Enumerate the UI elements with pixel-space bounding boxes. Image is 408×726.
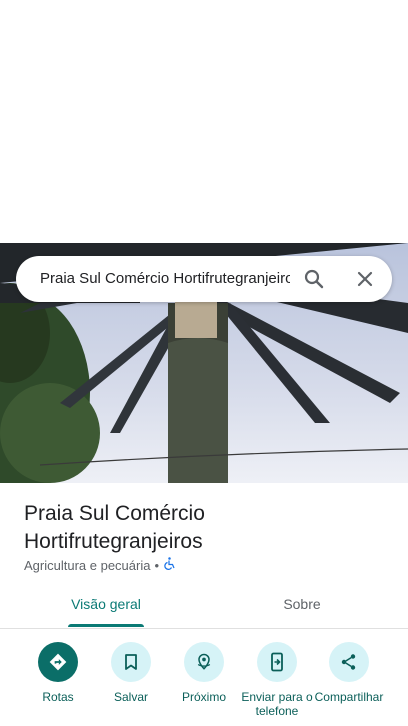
place-category: Agricultura e pecuária bbox=[24, 557, 151, 573]
send-to-phone-button[interactable]: Enviar para o telefone bbox=[237, 640, 317, 718]
place-title: Praia Sul Comércio Hortifrutegranjeiros bbox=[24, 502, 205, 553]
save-label: Salvar bbox=[113, 690, 148, 704]
place-subtitle: Agricultura e pecuária • bbox=[24, 557, 175, 573]
tab-overview[interactable]: Visão geral bbox=[55, 584, 157, 628]
directions-button[interactable]: Rotas bbox=[18, 640, 98, 704]
search-bar[interactable]: Praia Sul Comércio Hortifrutegranjeiros bbox=[16, 256, 392, 302]
active-tab-indicator bbox=[68, 624, 144, 627]
tab-about[interactable]: Sobre bbox=[232, 584, 372, 628]
tab-bar: Visão geral Sobre bbox=[0, 584, 408, 629]
directions-label: Rotas bbox=[42, 690, 74, 704]
save-button[interactable]: Salvar bbox=[91, 640, 171, 704]
share-icon[interactable] bbox=[329, 642, 369, 682]
wheelchair-icon bbox=[163, 557, 175, 573]
separator-dot: • bbox=[154, 557, 160, 573]
nearby-button[interactable]: Próximo bbox=[164, 640, 244, 704]
nearby-label: Próximo bbox=[181, 690, 226, 704]
nearby-icon[interactable] bbox=[184, 642, 224, 682]
directions-icon[interactable] bbox=[38, 642, 78, 682]
send-to-phone-icon[interactable] bbox=[257, 642, 297, 682]
send-to-phone-label: Enviar para o telefone bbox=[241, 690, 313, 718]
search-icon[interactable] bbox=[302, 267, 326, 291]
action-buttons: Rotas Salvar Próximo Enviar para o telef… bbox=[0, 640, 408, 726]
share-button[interactable]: Compartilhar bbox=[309, 640, 389, 704]
bookmark-icon[interactable] bbox=[111, 642, 151, 682]
search-input[interactable]: Praia Sul Comércio Hortifrutegranjeiros bbox=[40, 256, 290, 302]
share-label: Compartilhar bbox=[314, 690, 384, 704]
close-icon[interactable] bbox=[353, 267, 377, 291]
blank-map-area bbox=[0, 0, 408, 243]
